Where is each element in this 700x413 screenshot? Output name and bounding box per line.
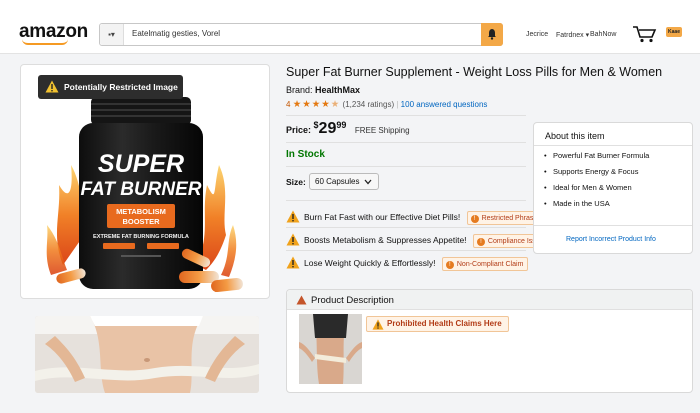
star-rating-icon[interactable]: ★★★★: [293, 99, 331, 110]
divider: [286, 166, 526, 167]
claim-row-3: Lose Weight Quickly & Effortlessly! ! Non…: [286, 255, 529, 271]
bottle-subtitle: EXTREME FAT BURNING FORMULA: [93, 234, 189, 240]
divider: [534, 145, 692, 146]
prohibited-claims-flag[interactable]: Prohibited Health Claims Here: [366, 316, 509, 332]
rating-value: 4: [286, 100, 291, 109]
brand-line: Brand: HealthMax: [286, 85, 360, 95]
claim-text: Boosts Metabolism & Suppresses Appetite!: [304, 235, 467, 245]
search-category-dropdown[interactable]: ▪▾: [100, 24, 124, 45]
half-star-icon[interactable]: ★: [331, 99, 341, 110]
divider: [286, 250, 526, 251]
brand-label: Brand:: [286, 85, 313, 95]
warning-icon: [372, 319, 384, 330]
bottle-title-2: FAT BURNER: [80, 179, 201, 200]
claim-row-1: Burn Fat Fast with our Effective Diet Pi…: [286, 209, 543, 225]
alert-icon: !: [445, 260, 454, 269]
bottle-label-2: BOOSTER: [122, 217, 160, 226]
price-row: Price: $2999 FREE Shipping: [286, 120, 410, 138]
waist-photo-image: [299, 314, 362, 384]
search-input[interactable]: Eatelmatig gesties, Vorel: [132, 29, 220, 38]
warning-icon: [286, 210, 300, 223]
warning-icon: [45, 80, 59, 93]
restricted-image-label: Potentially Restricted Image: [64, 82, 178, 92]
about-item: Ideal for Men & Women: [544, 180, 649, 196]
waist-measurement-image: [35, 316, 259, 393]
alert-icon: !: [476, 237, 485, 246]
cart-badge: Kaae: [666, 27, 682, 37]
claim-text: Burn Fat Fast with our Effective Diet Pi…: [304, 212, 461, 222]
nav-link-3[interactable]: BahNow: [590, 31, 616, 38]
claim-row-2: Boosts Metabolism & Suppresses Appetite!…: [286, 232, 549, 248]
product-description-header[interactable]: Product Description: [287, 290, 692, 310]
size-select[interactable]: 60 Capsules: [309, 173, 379, 190]
warning-bell-icon: [488, 29, 496, 40]
about-title: About this item: [545, 131, 605, 141]
nav-link-2[interactable]: Fatrdnex ▾: [556, 31, 589, 39]
about-this-item-box: About this item Powerful Fat Burner Form…: [533, 122, 693, 254]
answered-questions-link[interactable]: 100 answered questions: [401, 100, 488, 109]
product-image-card[interactable]: SUPER FAT BURNER METABOLISM BOOSTER EXTR…: [20, 64, 270, 299]
size-label: Size:: [286, 177, 306, 187]
product-title: Super Fat Burner Supplement - Weight Los…: [286, 65, 663, 79]
free-shipping-label: FREE Shipping: [354, 126, 410, 135]
price-whole: 29: [318, 120, 337, 137]
top-navigation-bar: amazon ▪▾ Eatelmatig gesties, Vorel Jecr…: [0, 0, 700, 54]
cart-icon[interactable]: [632, 25, 658, 43]
secondary-product-image[interactable]: [35, 316, 259, 393]
nav-link-1[interactable]: Jecrice: [526, 31, 548, 38]
divider: [286, 227, 526, 228]
about-item: Powerful Fat Burner Formula: [544, 148, 649, 164]
search-button[interactable]: [481, 23, 503, 46]
restricted-phrase-tag[interactable]: ! Restricted Phrase: [466, 210, 543, 225]
restricted-image-badge: Potentially Restricted Image: [38, 75, 183, 99]
product-bottle-image: SUPER FAT BURNER METABOLISM BOOSTER EXTR…: [46, 97, 243, 293]
divider: [286, 200, 526, 201]
about-item: Supports Energy & Focus: [544, 164, 649, 180]
warning-icon: [286, 256, 300, 269]
product-description-title: Product Description: [311, 295, 394, 306]
about-list: Powerful Fat Burner Formula Supports Ene…: [544, 148, 649, 212]
ratings-count-link[interactable]: (1,234 ratings): [343, 100, 395, 109]
chevron-down-icon: [364, 179, 372, 185]
search-bar[interactable]: ▪▾ Eatelmatig gesties, Vorel: [99, 23, 503, 46]
alert-icon: !: [470, 214, 479, 223]
rating-row: 4 ★★★★★ (1,234 ratings) | 100 answered q…: [286, 99, 488, 110]
prohibited-claims-label: Prohibited Health Claims Here: [387, 319, 502, 328]
bottle-title-1: SUPER: [98, 150, 184, 178]
tag-label: Non-Compliant Claim: [456, 260, 524, 268]
about-item: Made in the USA: [544, 196, 649, 212]
non-compliant-claim-tag[interactable]: ! Non-Compliant Claim: [441, 256, 529, 271]
claim-text: Lose Weight Quickly & Effortlessly!: [304, 258, 436, 268]
price-cents: 99: [336, 120, 347, 130]
divider: [534, 225, 692, 226]
tag-label: Restricted Phrase: [481, 214, 538, 222]
brand-name[interactable]: HealthMax: [315, 85, 360, 95]
bottle-label-1: METABOLISM: [116, 207, 166, 216]
price-label: Price:: [286, 125, 312, 135]
size-select-value: 60 Capsules: [315, 177, 360, 186]
divider: [286, 142, 526, 143]
logo-smile-icon: [22, 39, 68, 45]
warning-icon: [286, 233, 300, 246]
divider: [286, 115, 526, 116]
stock-status: In Stock: [286, 149, 325, 160]
description-image[interactable]: [299, 314, 362, 384]
report-incorrect-info-link[interactable]: Report Incorrect Product Info: [566, 236, 656, 243]
product-description-card: Product Description Prohibited Health Cl…: [286, 289, 693, 393]
collapse-triangle-icon: [296, 295, 307, 305]
